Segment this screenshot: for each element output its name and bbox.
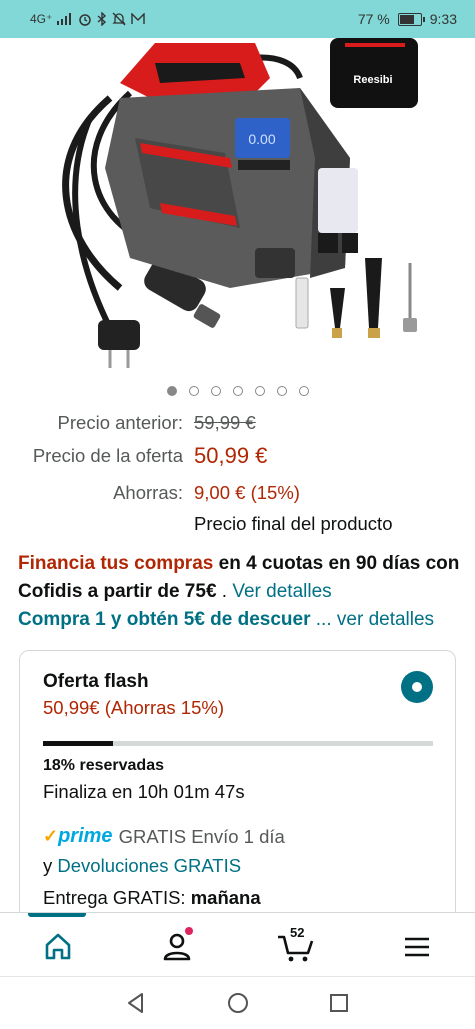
delivery-row: Entrega GRATIS: mañana	[43, 887, 261, 909]
carousel-dot[interactable]	[254, 386, 265, 396]
home-icon	[45, 933, 71, 960]
bottom-navigation: 52	[0, 912, 475, 976]
savings-label: Ahorras:	[113, 482, 183, 503]
deal-price-label: Precio de la oferta	[32, 445, 183, 466]
delivery-day: mañana	[190, 887, 261, 908]
deal-price-value: 50,99 €	[194, 443, 268, 468]
financing-suffix: .	[216, 581, 233, 602]
coupon-details-link[interactable]: ... ver detalles	[316, 609, 434, 630]
claimed-progress-bar	[43, 741, 433, 746]
image-carousel-dots	[0, 386, 475, 396]
returns-row: y Devoluciones GRATIS	[43, 855, 241, 877]
prime-shipping-text: GRATIS Envío 1 día	[118, 825, 285, 847]
carousel-dot[interactable]	[276, 386, 287, 396]
final-price-note: Precio final del producto	[194, 513, 393, 534]
flash-offer-title: Oferta flash	[43, 671, 149, 692]
carousel-dot[interactable]	[232, 386, 243, 396]
alarm-icon	[79, 14, 92, 26]
prime-check-icon: ✓	[43, 826, 59, 846]
network-indicator: 4G⁺	[30, 12, 53, 26]
menu-icon	[405, 937, 429, 957]
financing-details-link[interactable]: Ver detalles	[232, 581, 331, 602]
free-returns-link[interactable]: Devoluciones GRATIS	[57, 855, 241, 876]
status-bar: 4G⁺ 77 % 9:33	[0, 0, 475, 38]
financing-promo: Financia tus compras en 4 cuotas en 90 d…	[18, 550, 463, 606]
claimed-progress-fill	[43, 741, 114, 746]
prime-logo: prime	[58, 825, 113, 847]
svg-text:0.00: 0.00	[248, 131, 275, 147]
brand-logo: Reesibi	[353, 74, 392, 86]
delivery-prefix: Entrega GRATIS:	[43, 887, 191, 908]
flash-offer-price: 50,99€ (Ahorras 15%)	[43, 697, 224, 718]
returns-prefix: y	[43, 855, 58, 876]
product-image[interactable]: 0.00 Reesibi	[0, 38, 475, 378]
previous-price-value: 59,99 €	[194, 412, 256, 433]
carousel-dot[interactable]	[166, 386, 177, 396]
back-icon[interactable]	[124, 991, 148, 1015]
carousel-dot[interactable]	[298, 386, 309, 396]
product-photo: 0.00 Reesibi	[62, 38, 418, 368]
clock: 9:33	[429, 11, 457, 27]
savings-value: 9,00 € (15%)	[194, 482, 300, 503]
home-circle-icon[interactable]	[226, 991, 250, 1015]
prime-shipping-row: ✓prime GRATIS Envío 1 día	[43, 825, 285, 848]
nav-home[interactable]	[38, 929, 78, 965]
coupon-text[interactable]: Compra 1 y obtén 5€ de descuer	[18, 609, 311, 630]
mute-icon	[112, 12, 126, 26]
battery-percentage: 77 %	[357, 11, 390, 27]
nav-menu[interactable]	[397, 929, 437, 965]
flash-offer-radio[interactable]	[401, 671, 433, 703]
mail-icon	[131, 13, 146, 24]
nav-cart[interactable]: 52	[276, 925, 316, 965]
coupon-promo[interactable]: Compra 1 y obtén 5€ de descuer ... ver d…	[18, 606, 463, 634]
carousel-dot[interactable]	[210, 386, 221, 396]
previous-price-label: Precio anterior:	[57, 412, 183, 433]
prime-badge: ✓prime	[43, 825, 113, 848]
status-right: 77 % 9:33	[358, 11, 457, 27]
system-navigation-bar	[0, 976, 475, 1029]
recents-icon[interactable]	[327, 991, 351, 1015]
account-notification-dot	[185, 927, 193, 935]
carousel-dot[interactable]	[188, 386, 199, 396]
flash-offer-card[interactable]: Oferta flash 50,99€ (Ahorras 15%) 18% re…	[19, 650, 456, 940]
status-left-icons: 4G⁺	[30, 12, 146, 26]
bluetooth-icon	[97, 12, 107, 26]
battery-icon	[397, 12, 425, 26]
active-tab-indicator	[28, 913, 86, 917]
claimed-text: 18% reservadas	[43, 757, 164, 774]
offer-countdown: Finaliza en 10h 01m 47s	[43, 781, 245, 802]
cart-count: 52	[290, 925, 305, 940]
nav-account[interactable]	[157, 927, 197, 965]
financing-highlight: Financia tus compras	[18, 553, 214, 574]
signal-icon	[57, 13, 72, 25]
